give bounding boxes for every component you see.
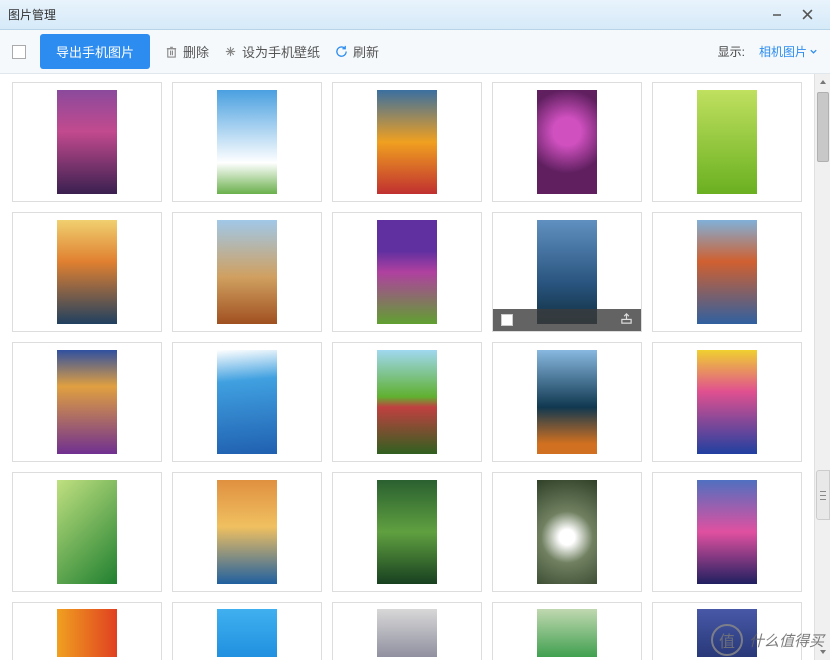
image-preview (537, 480, 597, 584)
image-preview (537, 609, 597, 657)
wallpaper-label: 设为手机壁纸 (242, 42, 320, 61)
image-preview (217, 90, 277, 194)
export-button[interactable]: 导出手机图片 (40, 34, 150, 69)
display-label: 显示: (718, 43, 745, 60)
refresh-button[interactable]: 刷新 (334, 42, 379, 61)
image-thumbnail[interactable] (652, 212, 802, 332)
set-wallpaper-button[interactable]: 设为手机壁纸 (223, 42, 320, 61)
window-titlebar: 图片管理 (0, 0, 830, 30)
thumbnail-overlay (493, 309, 641, 331)
image-thumbnail[interactable] (12, 212, 162, 332)
window-title: 图片管理 (8, 6, 762, 23)
refresh-label: 刷新 (353, 42, 379, 61)
image-thumbnail[interactable] (12, 342, 162, 462)
delete-label: 删除 (183, 42, 209, 61)
side-panel-handle[interactable] (816, 470, 830, 520)
watermark-text: 什么值得买 (749, 630, 824, 651)
image-preview (697, 220, 757, 324)
image-preview (217, 350, 277, 454)
image-preview (697, 350, 757, 454)
image-thumbnail[interactable] (332, 212, 482, 332)
image-thumbnail[interactable] (332, 472, 482, 592)
image-thumbnail[interactable] (12, 82, 162, 202)
image-preview (697, 480, 757, 584)
image-thumbnail[interactable] (652, 82, 802, 202)
image-preview (377, 480, 437, 584)
image-thumbnail[interactable] (492, 472, 642, 592)
watermark: 值 什么值得买 (711, 624, 824, 656)
refresh-icon (334, 45, 348, 59)
thumbnail-checkbox[interactable] (501, 314, 513, 326)
select-all-checkbox[interactable] (12, 45, 26, 59)
image-preview (57, 480, 117, 584)
image-thumbnail[interactable] (172, 472, 322, 592)
image-preview (537, 90, 597, 194)
wallpaper-icon (223, 45, 237, 59)
display-filter-dropdown[interactable]: 相机图片 (759, 43, 818, 60)
image-preview (217, 609, 277, 657)
image-thumbnail[interactable] (492, 342, 642, 462)
trash-icon (164, 45, 178, 59)
image-thumbnail[interactable] (172, 342, 322, 462)
export-icon[interactable] (620, 312, 633, 328)
image-preview (57, 609, 117, 657)
image-thumbnail[interactable] (172, 602, 322, 660)
image-grid (6, 74, 812, 660)
close-button[interactable] (792, 0, 822, 30)
image-preview (217, 480, 277, 584)
scroll-up-arrow[interactable] (815, 74, 830, 90)
image-preview (57, 220, 117, 324)
image-thumbnail[interactable] (12, 472, 162, 592)
image-preview (377, 350, 437, 454)
image-thumbnail[interactable] (492, 212, 642, 332)
image-preview (537, 350, 597, 454)
minimize-button[interactable] (762, 0, 792, 30)
image-thumbnail[interactable] (12, 602, 162, 660)
image-thumbnail[interactable] (492, 602, 642, 660)
image-thumbnail[interactable] (332, 602, 482, 660)
image-preview (57, 350, 117, 454)
image-preview (377, 220, 437, 324)
image-preview (217, 220, 277, 324)
image-thumbnail[interactable] (652, 342, 802, 462)
scrollbar-thumb[interactable] (817, 92, 829, 162)
minimize-icon (772, 10, 782, 20)
image-preview (57, 90, 117, 194)
delete-button[interactable]: 删除 (164, 42, 209, 61)
image-preview (377, 90, 437, 194)
image-thumbnail[interactable] (332, 342, 482, 462)
image-thumbnail[interactable] (172, 82, 322, 202)
watermark-logo: 值 (711, 624, 743, 656)
display-filter-value: 相机图片 (759, 43, 807, 60)
chevron-down-icon (809, 47, 818, 56)
image-preview (377, 609, 437, 657)
image-thumbnail[interactable] (172, 212, 322, 332)
image-preview (697, 90, 757, 194)
image-thumbnail[interactable] (652, 472, 802, 592)
image-thumbnail[interactable] (492, 82, 642, 202)
image-thumbnail[interactable] (332, 82, 482, 202)
vertical-scrollbar[interactable] (814, 74, 830, 660)
close-icon (802, 9, 813, 20)
toolbar: 导出手机图片 删除 设为手机壁纸 刷新 显示: 相机图片 (0, 30, 830, 74)
